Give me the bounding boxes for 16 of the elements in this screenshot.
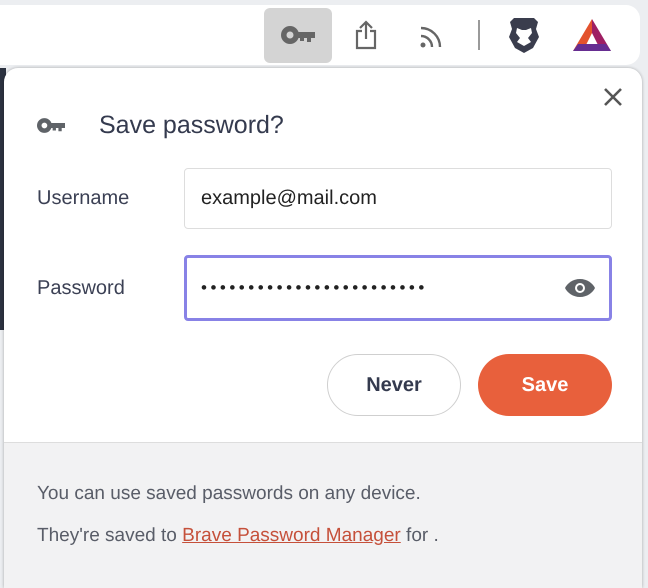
dialog-title: Save password? — [99, 110, 284, 140]
lion-icon — [508, 17, 540, 53]
password-manager-link[interactable]: Brave Password Manager — [182, 525, 401, 546]
share-icon — [354, 20, 378, 50]
footer-text: You can use saved passwords on any device. — [37, 482, 422, 506]
key-icon — [281, 26, 315, 44]
close-button[interactable] — [602, 86, 624, 108]
input-field[interactable]: example@mail.com — [184, 168, 612, 229]
never-button[interactable]: Never — [327, 354, 461, 416]
field-label: Password — [37, 276, 126, 300]
key-icon — [37, 118, 65, 132]
triangle-icon — [573, 19, 611, 51]
field-label: Username — [37, 187, 130, 210]
eye-icon[interactable] — [565, 279, 595, 297]
footer-text: They're saved to Brave Password Manager for . — [37, 524, 440, 548]
input-field[interactable]: •••••••••••••••••••••••• — [184, 255, 612, 321]
